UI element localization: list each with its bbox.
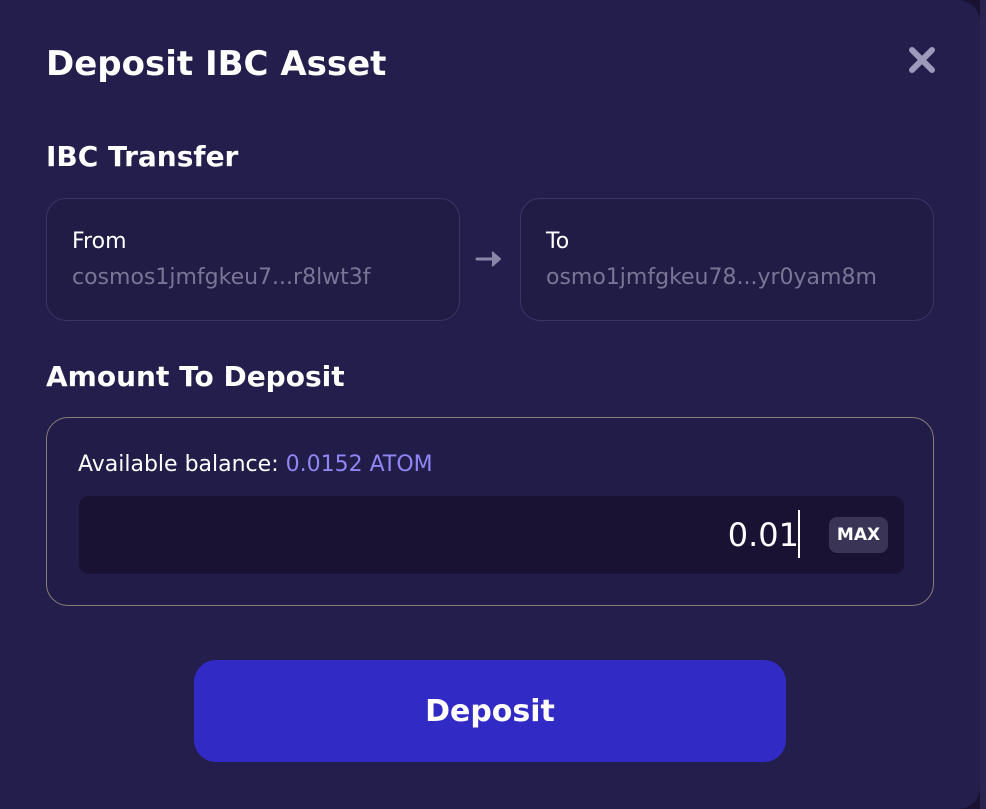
to-label: To [546, 229, 570, 254]
to-address: osmo1jmfgkeu78...yr0yam8m [546, 265, 877, 290]
ibc-transfer-heading: IBC Transfer [46, 140, 239, 173]
deposit-modal: Deposit IBC Asset IBC Transfer From cosm… [0, 0, 980, 809]
available-balance: Available balance: 0.0152 ATOM [78, 452, 433, 477]
amount-box: Available balance: 0.0152 ATOM MAX [46, 417, 934, 606]
balance-label: Available balance: [78, 452, 279, 477]
modal-title: Deposit IBC Asset [46, 44, 387, 84]
from-address-box: From cosmos1jmfgkeu7...r8lwt3f [46, 198, 460, 321]
to-address-box: To osmo1jmfgkeu78...yr0yam8m [520, 198, 934, 321]
from-address: cosmos1jmfgkeu7...r8lwt3f [72, 265, 371, 290]
backdrop-edge [980, 0, 986, 809]
amount-input[interactable] [79, 496, 799, 574]
text-caret [798, 510, 800, 558]
from-label: From [72, 229, 127, 254]
close-icon[interactable] [906, 44, 938, 76]
arrow-right-icon [475, 247, 505, 271]
balance-value: 0.0152 ATOM [285, 452, 433, 477]
amount-heading: Amount To Deposit [46, 360, 345, 393]
deposit-button[interactable]: Deposit [194, 660, 786, 762]
max-button[interactable]: MAX [829, 517, 888, 553]
amount-input-wrapper: MAX [79, 496, 904, 574]
